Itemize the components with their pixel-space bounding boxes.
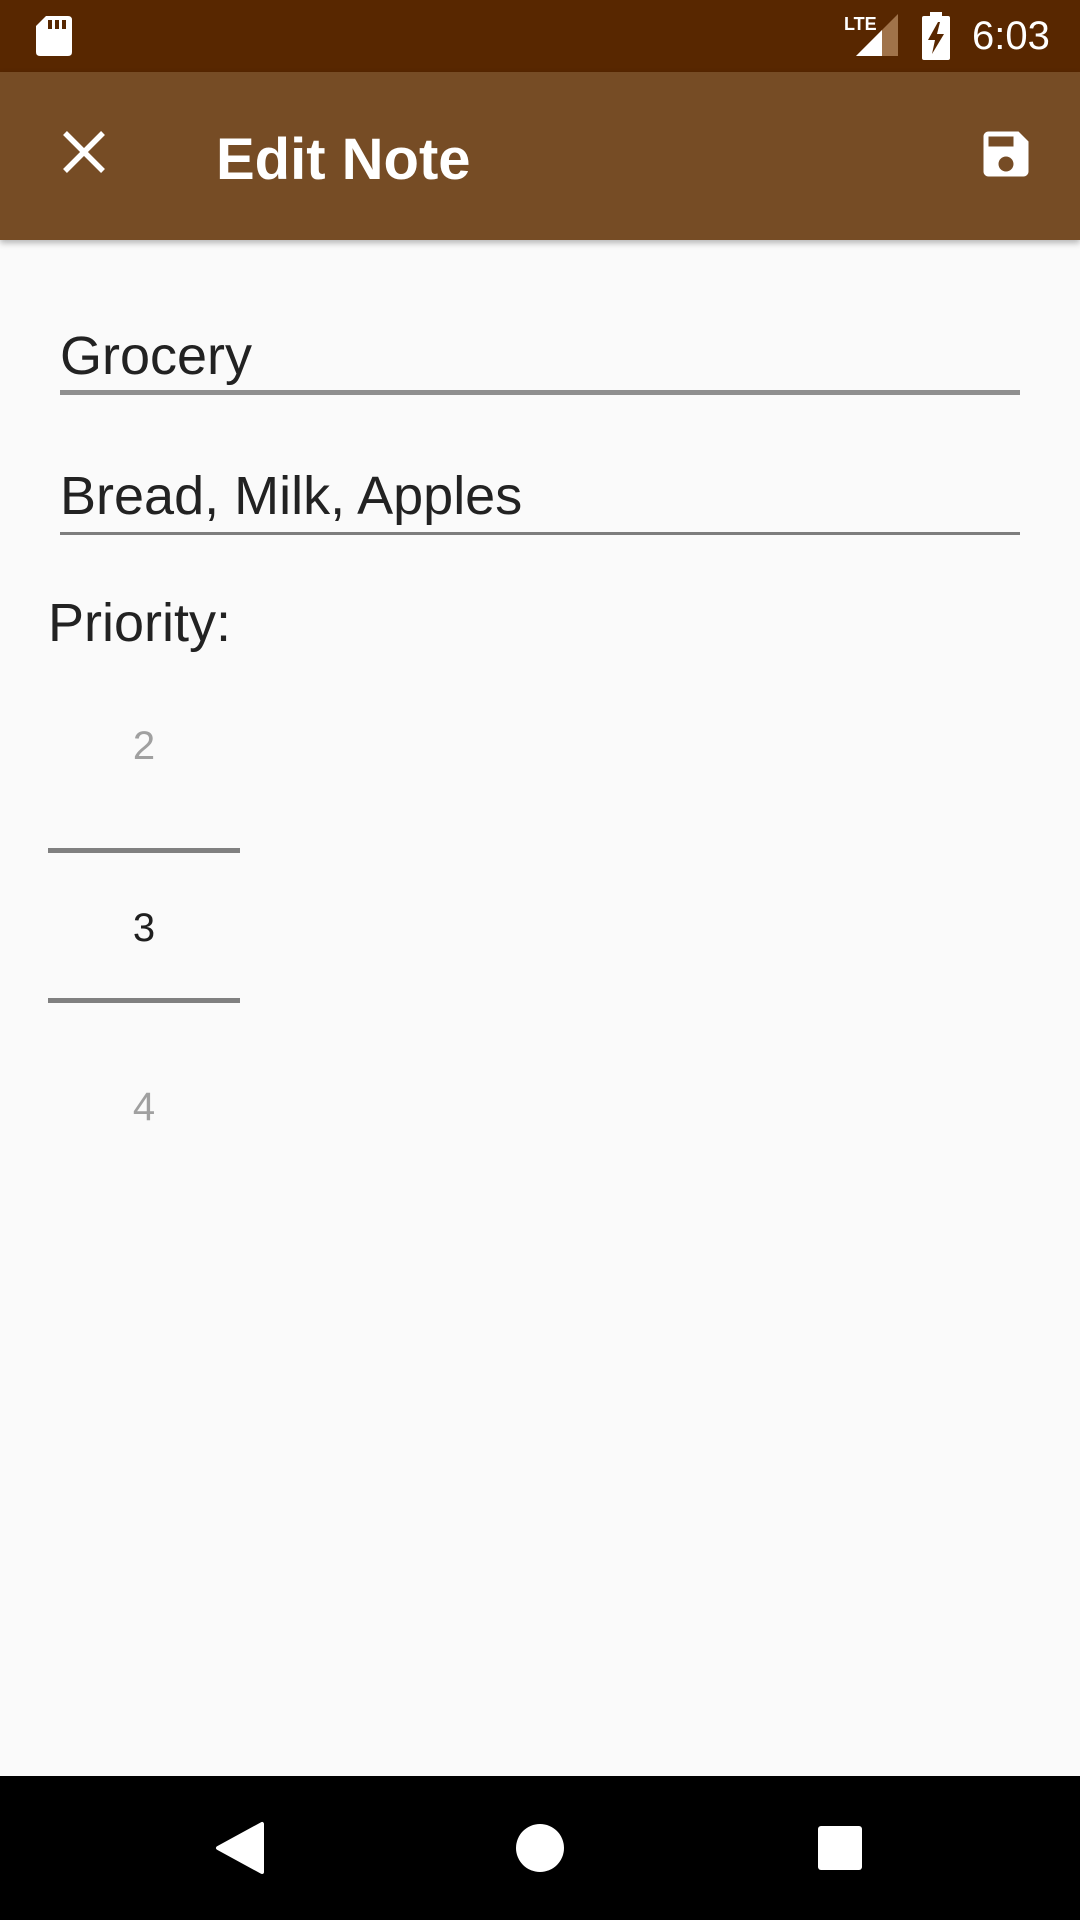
back-button[interactable] [190,1798,290,1898]
lte-signal-icon: LTE [844,14,898,56]
status-bar: LTE 6:03 [0,0,1080,72]
close-icon [63,131,105,173]
recents-button[interactable] [790,1798,890,1898]
picker-divider-top [48,848,240,853]
network-label: LTE [844,14,877,34]
navigation-bar [0,1776,1080,1920]
picker-previous-value[interactable]: 2 [48,722,240,770]
battery-charging-icon [922,12,950,60]
picker-divider-bottom [48,998,240,1003]
back-icon [216,1822,264,1874]
recents-icon [818,1826,862,1870]
close-button[interactable] [42,110,126,194]
picker-next-value[interactable]: 4 [48,1083,240,1131]
note-description-input[interactable] [60,460,1020,535]
priority-number-picker[interactable]: 2 3 4 [48,700,240,1170]
save-icon [983,131,1029,177]
app-toolbar: Edit Note [0,72,1080,240]
note-title-input[interactable] [60,322,1020,395]
save-button[interactable] [970,118,1042,190]
picker-selected-value[interactable]: 3 [48,904,240,952]
sd-card-icon [36,16,72,56]
page-title: Edit Note [216,127,471,192]
home-button[interactable] [490,1798,590,1898]
priority-label: Priority: [48,593,232,653]
home-icon [516,1824,564,1872]
status-time: 6:03 [972,14,1050,58]
